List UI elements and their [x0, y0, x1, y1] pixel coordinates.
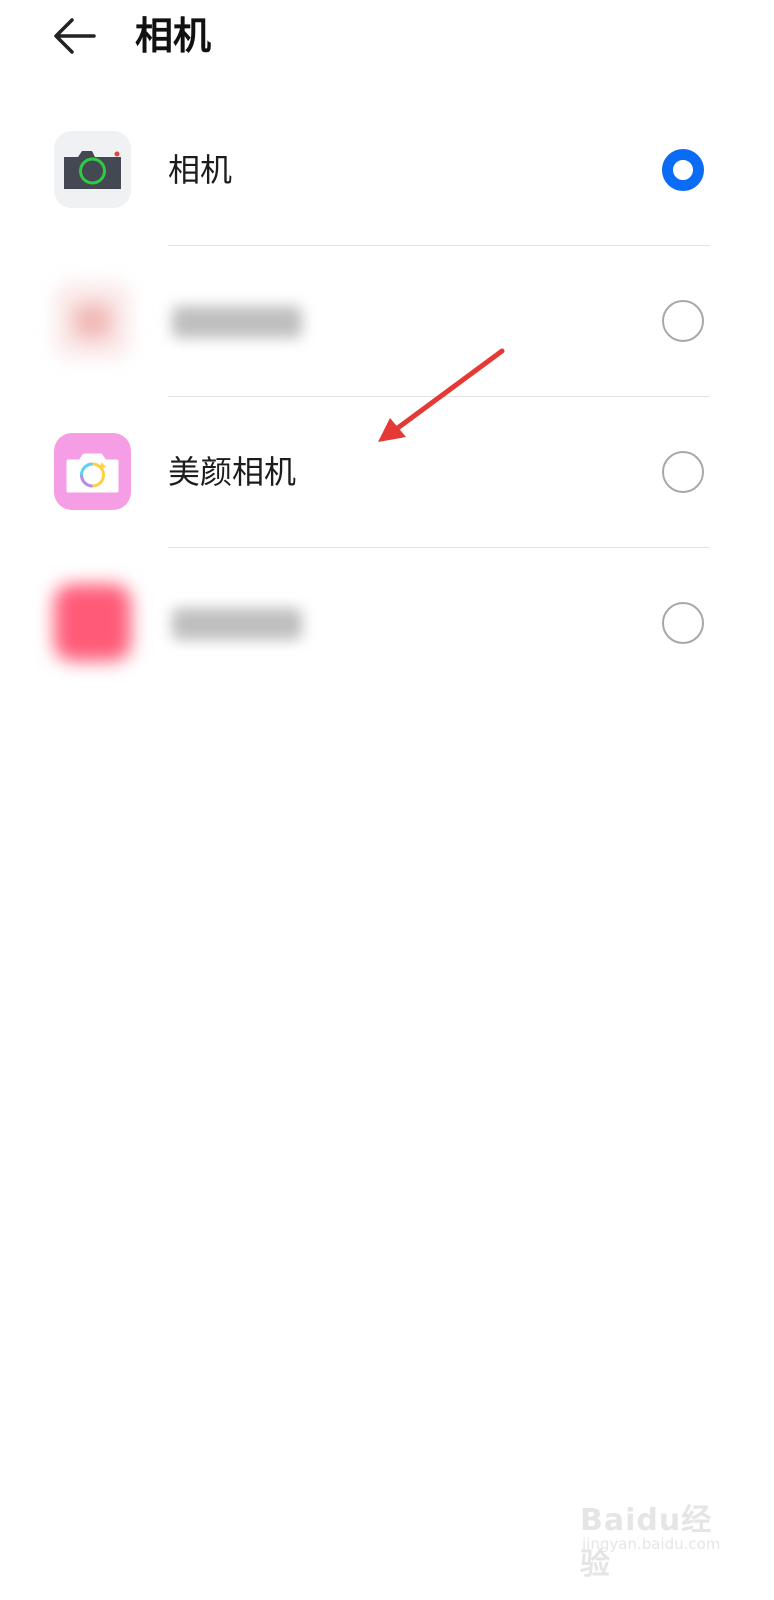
- back-button[interactable]: [50, 12, 102, 60]
- radio-button[interactable]: [662, 602, 704, 644]
- watermark-url: jingyan.baidu.com: [582, 1535, 721, 1553]
- baidu-jingyan-watermark: Baidu经验 jingyan.baidu.com: [580, 1495, 740, 1582]
- app-label: 美颜相机: [168, 453, 297, 491]
- beauty-camera-app-icon: [54, 433, 131, 510]
- app-label: 相机: [168, 151, 233, 189]
- blurred-app-icon: [54, 282, 131, 359]
- default-camera-app-list: 相机 美颜相机: [0, 95, 774, 699]
- camera-app-icon: [54, 131, 131, 208]
- top-bar: 相机: [0, 0, 774, 80]
- arrow-left-icon: [54, 18, 96, 54]
- page-title: 相机: [135, 14, 212, 58]
- radio-button-selected[interactable]: [662, 149, 704, 191]
- radio-button[interactable]: [662, 451, 704, 493]
- list-item-blurred-app-1[interactable]: [0, 246, 774, 397]
- blurred-app-label: [172, 306, 302, 338]
- blurred-app-label: [172, 608, 302, 640]
- list-item-camera[interactable]: 相机: [0, 95, 774, 246]
- list-item-blurred-app-2[interactable]: [0, 548, 774, 699]
- list-item-beauty-camera[interactable]: 美颜相机: [0, 397, 774, 548]
- radio-button[interactable]: [662, 300, 704, 342]
- blurred-app-icon: [54, 584, 131, 661]
